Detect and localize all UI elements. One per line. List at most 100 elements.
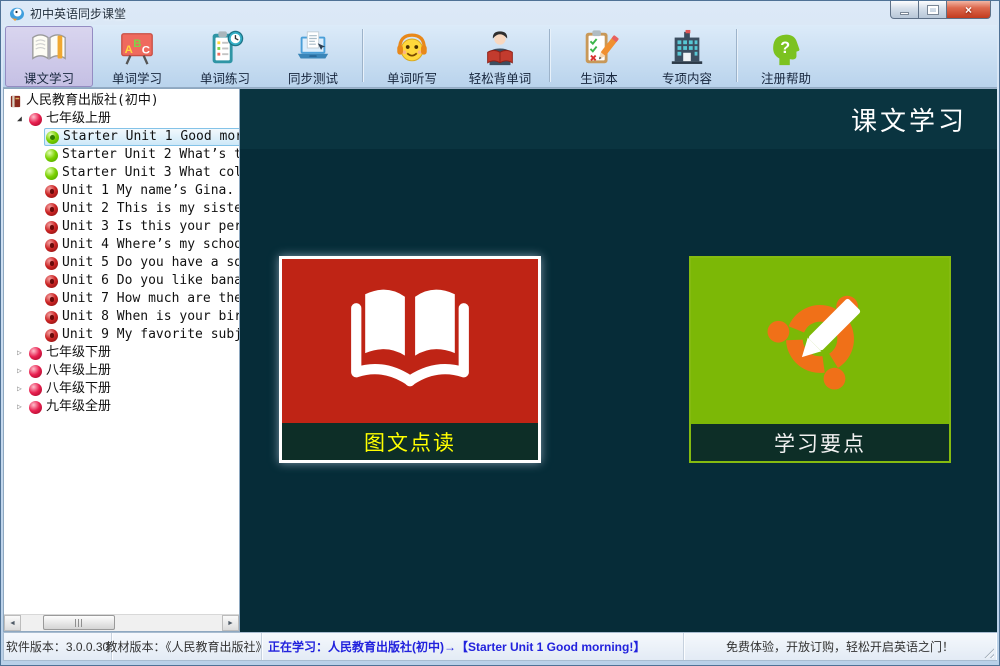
toolbar-divider	[736, 29, 737, 82]
main-panel: 课文学习 图文点读学习要点	[240, 88, 997, 632]
tree-item[interactable]: Starter Unit 2 What’s t	[4, 146, 239, 164]
toolbar-item-word-dictation[interactable]: 单词听写	[368, 26, 456, 87]
tree-item-label: 八年级上册	[46, 362, 111, 380]
promo-message-label: 免费体验，开放订购，轻松开启英语之门！	[684, 633, 996, 660]
toolbar-item-sync-test[interactable]: 同步测试	[269, 26, 357, 87]
scrollbar-grip-icon	[75, 619, 84, 627]
tree-item[interactable]: Starter Unit 1 Good mor	[4, 128, 239, 146]
toolbar-item-register-help[interactable]: ?注册帮助	[742, 26, 830, 87]
app-window: 初中英语同步课堂 × 课文学习ABC单词学习单词练习同步测试单词听写轻松背单词生…	[0, 0, 1000, 666]
toolbar-item-label: 单词学习	[112, 68, 162, 87]
toolbar-divider	[362, 29, 363, 82]
ball-lock-icon	[45, 221, 58, 234]
tree-item[interactable]: Unit 3 Is this your per	[4, 218, 239, 236]
tree-item[interactable]: ▷ 七年级下册	[4, 344, 239, 362]
tree-item[interactable]: Unit 5 Do you have a so	[4, 254, 239, 272]
toolbar-item-label: 课文学习	[24, 68, 74, 87]
ball-lock-icon	[45, 239, 58, 252]
tree-item[interactable]: Unit 1 My name’s Gina.	[4, 182, 239, 200]
tree-item-label: Unit 4 Where’s my schoo	[62, 236, 239, 254]
toolbar-item-label: 专项内容	[662, 68, 712, 87]
tree-item-label: Unit 6 Do you like bana	[62, 272, 239, 290]
tree-item-label: Unit 3 Is this your per	[62, 218, 239, 236]
tree-item[interactable]: ▷ 九年级全册	[4, 398, 239, 416]
tree-item-label: Unit 8 When is your bir	[62, 308, 239, 326]
page-title: 课文学习	[851, 101, 967, 138]
toolbar-item-easy-memorize[interactable]: 轻松背单词	[456, 26, 544, 87]
ball-lock-icon	[45, 275, 58, 288]
expand-toggle-icon[interactable]: ▷	[17, 362, 28, 380]
toolbar-item-text-study[interactable]: 课文学习	[5, 26, 93, 87]
toolbar-item-label: 同步测试	[288, 68, 338, 87]
tree-item[interactable]: Unit 8 When is your bir	[4, 308, 239, 326]
statusbar: 软件版本：3.0.0.30 教材版本：《人民教育出版社》 正在学习：人民教育出版…	[3, 632, 997, 661]
minimize-button[interactable]	[890, 1, 919, 19]
scrollbar-track[interactable]	[21, 615, 222, 631]
picture-reading-card[interactable]: 图文点读	[279, 256, 541, 463]
main-header: 课文学习	[240, 89, 997, 149]
notebook-pencil-icon	[578, 29, 620, 67]
tree-item[interactable]: 人民教育出版社(初中)	[4, 92, 239, 110]
tree-item-label: 人民教育出版社(初中)	[26, 92, 159, 110]
scroll-right-arrow-icon[interactable]: ►	[222, 615, 239, 631]
now-learning-label: 正在学习：人民教育出版社(初中)→【Starter Unit 1 Good mo…	[262, 633, 684, 660]
expand-toggle-icon[interactable]: ▷	[17, 398, 28, 416]
ball-red-icon	[29, 113, 42, 126]
course-tree-panel: 人民教育出版社(初中)◢七年级上册Starter Unit 1 Good mor…	[3, 88, 240, 632]
study-points-label: 学习要点	[691, 424, 949, 461]
svg-text:A: A	[125, 44, 133, 56]
toolbar-item-special-content[interactable]: 专项内容	[643, 26, 731, 87]
tree-item-label: Unit 1 My name’s Gina.	[62, 182, 234, 200]
titlebar[interactable]: 初中英语同步课堂 ×	[3, 1, 997, 25]
ball-red-icon	[29, 365, 42, 378]
ball-red-icon	[29, 401, 42, 414]
tree-item[interactable]: Unit 7 How much are the	[4, 290, 239, 308]
tree-item[interactable]: Unit 9 My favorite subj	[4, 326, 239, 344]
toolbar-item-label: 注册帮助	[761, 68, 811, 87]
toolbar-item-label: 单词听写	[387, 68, 437, 87]
ball-lock-icon	[45, 293, 58, 306]
expand-toggle-icon[interactable]: ▷	[17, 380, 28, 398]
ball-green-sel-icon	[46, 131, 59, 144]
book-icon	[9, 95, 22, 108]
picture-reading-image	[282, 259, 538, 423]
ball-red-icon	[29, 347, 42, 360]
tree-item-label: Unit 9 My favorite subj	[62, 326, 239, 344]
reader-figure-icon	[479, 29, 521, 67]
blackboard-abc-icon: ABC	[116, 29, 158, 67]
main-body: 图文点读学习要点	[240, 149, 997, 632]
window-controls: ×	[891, 1, 991, 19]
tree-item[interactable]: ▷八年级下册	[4, 380, 239, 398]
head-question-icon: ?	[765, 29, 807, 67]
tree-item-label: 七年级下册	[46, 344, 111, 362]
tree-item[interactable]: Unit 4 Where’s my schoo	[4, 236, 239, 254]
ball-green-icon	[45, 167, 58, 180]
close-button[interactable]: ×	[946, 1, 991, 19]
toolbar-item-word-practice[interactable]: 单词练习	[181, 26, 269, 87]
building-icon	[666, 29, 708, 67]
toolbar-item-word-study[interactable]: ABC单词学习	[93, 26, 181, 87]
toolbar-item-new-word-book[interactable]: 生词本	[555, 26, 643, 87]
tree-item[interactable]: Starter Unit 3 What col	[4, 164, 239, 182]
open-book-large-icon	[346, 275, 474, 408]
window-title: 初中英语同步课堂	[30, 5, 126, 22]
tree-item[interactable]: ▷ 八年级上册	[4, 362, 239, 380]
tree-item[interactable]: ◢七年级上册	[4, 110, 239, 128]
tree-item-label: Starter Unit 2 What’s t	[62, 146, 239, 164]
collapse-toggle-icon[interactable]: ◢	[17, 110, 28, 128]
toolbar-item-label: 单词练习	[200, 68, 250, 87]
tree-item-label: 九年级全册	[46, 398, 111, 416]
laptop-test-icon	[292, 29, 334, 67]
tree-item[interactable]: Unit 6 Do you like bana	[4, 272, 239, 290]
study-points-card[interactable]: 学习要点	[689, 256, 951, 463]
tree-item[interactable]: Unit 2 This is my siste	[4, 200, 239, 218]
content-area: 人民教育出版社(初中)◢七年级上册Starter Unit 1 Good mor…	[3, 88, 997, 632]
toolbar-divider	[549, 29, 550, 82]
maximize-button[interactable]	[918, 1, 947, 19]
scrollbar-thumb[interactable]	[43, 615, 115, 630]
svg-text:B: B	[133, 38, 141, 50]
scroll-left-arrow-icon[interactable]: ◄	[4, 615, 21, 631]
expand-toggle-icon[interactable]: ▷	[17, 344, 28, 362]
tree-horizontal-scrollbar[interactable]: ◄ ►	[4, 614, 239, 631]
ball-lock-icon	[45, 203, 58, 216]
